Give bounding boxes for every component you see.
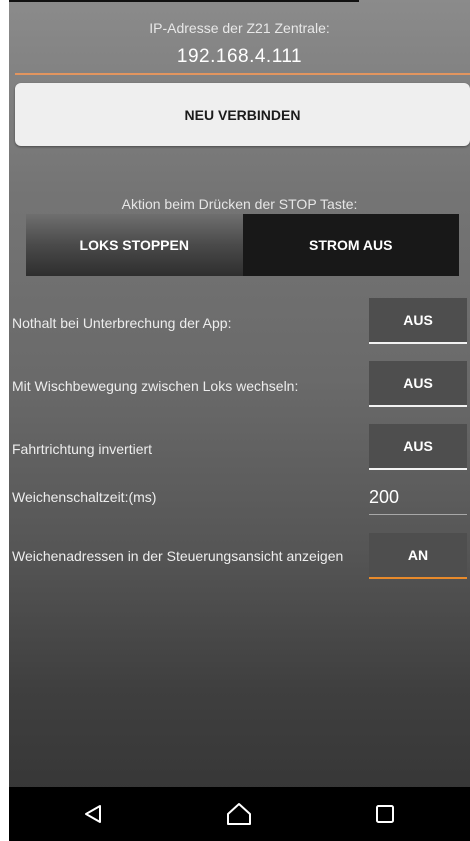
show-switch-addresses-label: Weichenadressen in der Steuerungsansicht… — [12, 548, 344, 564]
emergency-stop-toggle-value: AUS — [403, 312, 433, 328]
show-switch-addresses-toggle-value: AN — [407, 547, 429, 563]
system-navigation-bar — [9, 787, 470, 841]
toggle-underline — [369, 342, 467, 344]
swipe-switch-label: Mit Wischbewegung zwischen Loks wechseln… — [12, 378, 299, 394]
switch-time-underline — [369, 514, 467, 515]
recents-button[interactable] — [363, 797, 407, 831]
home-button[interactable] — [217, 797, 261, 831]
home-icon — [227, 803, 251, 825]
reconnect-button[interactable]: NEU VERBINDEN — [15, 83, 470, 146]
recents-icon — [376, 805, 394, 823]
stop-action-segmented-control: LOKS STOPPEN STROM AUS — [26, 214, 459, 276]
switch-time-input[interactable]: 200 — [369, 480, 467, 514]
toggle-underline-active — [369, 577, 467, 579]
stop-locos-option[interactable]: LOKS STOPPEN — [26, 214, 243, 276]
back-button[interactable] — [71, 797, 115, 831]
emergency-stop-toggle[interactable]: AUS — [369, 298, 467, 344]
top-divider — [9, 0, 359, 2]
direction-inverted-label: Fahrtrichtung invertiert — [12, 441, 153, 457]
show-switch-addresses-toggle[interactable]: AN — [369, 533, 467, 579]
toggle-underline — [369, 468, 467, 470]
toggle-underline — [369, 405, 467, 407]
ip-address-underline — [15, 73, 470, 75]
swipe-switch-toggle-value: AUS — [403, 375, 433, 391]
direction-inverted-toggle[interactable]: AUS — [369, 424, 467, 470]
stop-action-label: Aktion beim Drücken der STOP Taste: — [121, 196, 358, 212]
back-icon — [85, 805, 101, 823]
settings-screen: IP-Adresse der Z21 Zentrale: 192.168.4.1… — [9, 0, 470, 841]
emergency-stop-label: Nothalt bei Unterbrechung der App: — [12, 315, 232, 331]
direction-inverted-toggle-value: AUS — [403, 438, 433, 454]
power-off-option[interactable]: STROM AUS — [242, 214, 459, 276]
switch-time-label: Weichenschaltzeit:(ms) — [12, 489, 157, 505]
swipe-switch-toggle[interactable]: AUS — [369, 361, 467, 407]
ip-address-label: IP-Adresse der Z21 Zentrale: — [149, 20, 330, 36]
ip-address-input[interactable]: 192.168.4.111 — [9, 46, 470, 68]
